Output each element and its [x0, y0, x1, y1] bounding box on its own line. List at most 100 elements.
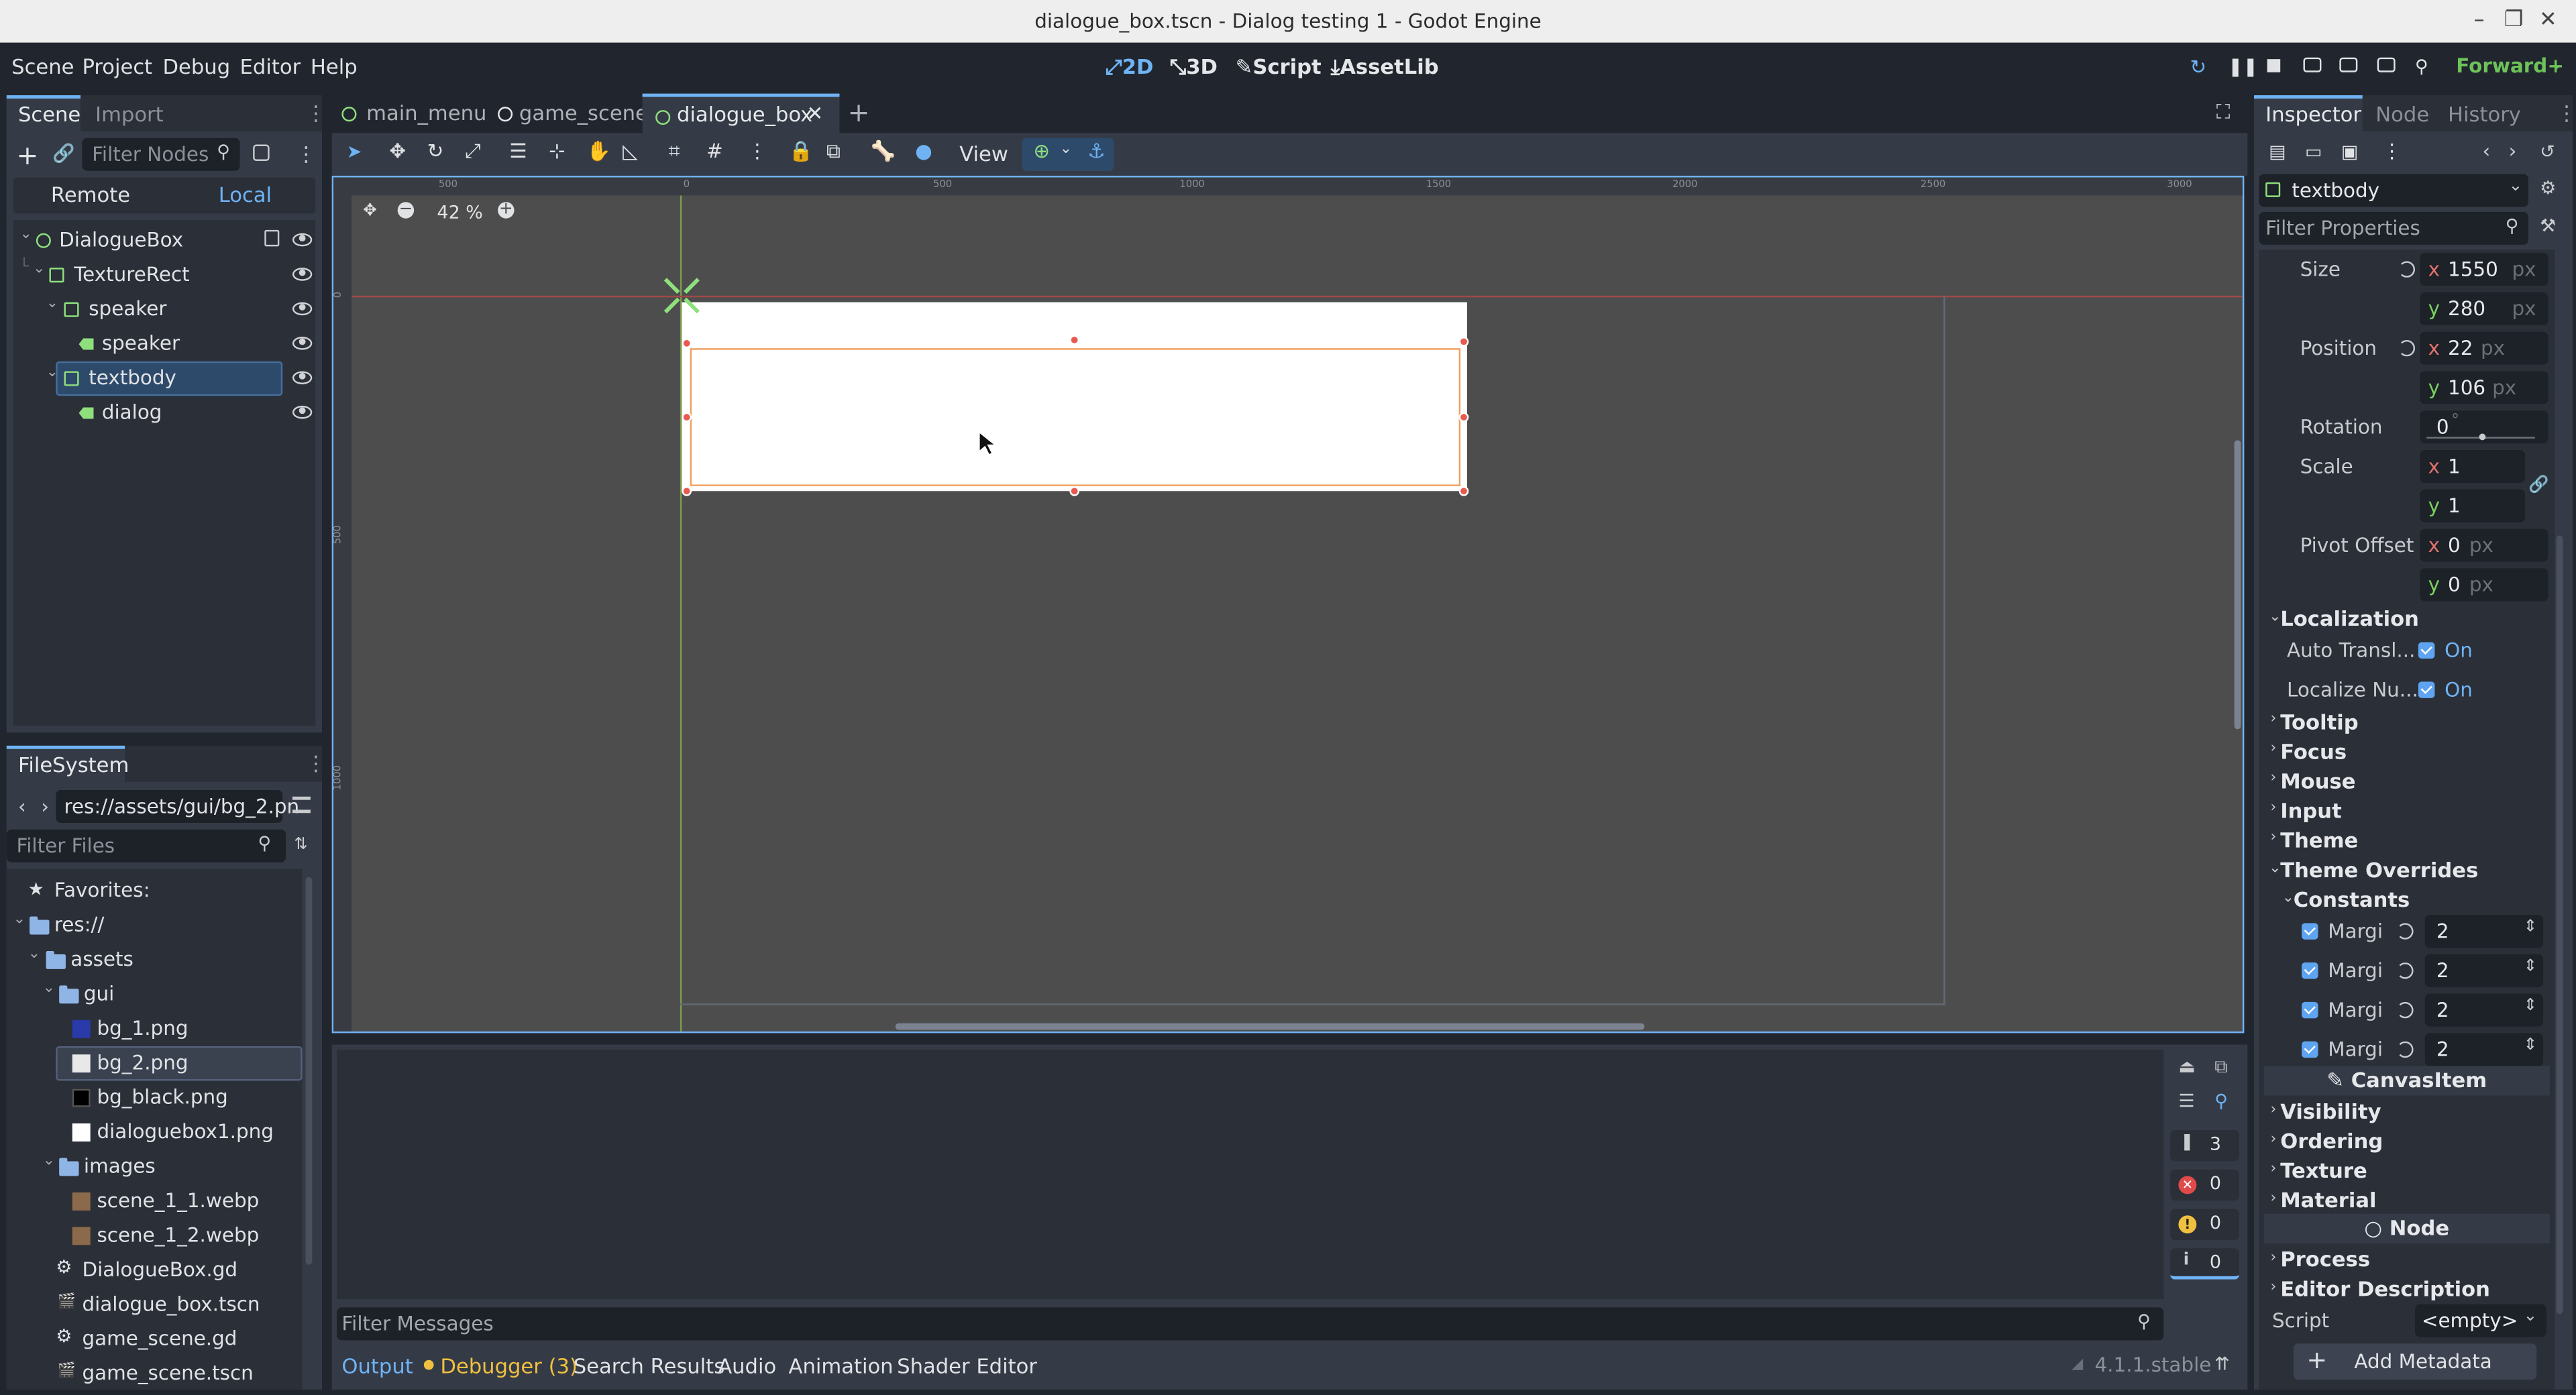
visibility-eye-icon[interactable] [292, 302, 313, 316]
revert-icon[interactable] [2397, 1041, 2414, 1058]
localize-numerals-checkbox[interactable] [2418, 681, 2435, 698]
pivot-x-field[interactable]: x 0 px [2420, 528, 2548, 562]
section-focus[interactable]: Focus [2280, 739, 2347, 764]
auto-translate-checkbox[interactable] [2418, 642, 2435, 659]
filesystem-scrollbar[interactable] [305, 877, 313, 1265]
output-log[interactable] [337, 1049, 2164, 1300]
mode-3d-button[interactable]: ⤡3D [1170, 54, 1218, 80]
section-process[interactable]: Process [2280, 1247, 2370, 1272]
forward-icon[interactable]: › [41, 795, 49, 818]
tree-node-speaker-container[interactable]: ⌄ speaker [13, 292, 316, 327]
list-item[interactable]: ⌄ gui [7, 977, 303, 1011]
margin-spinbox[interactable]: 2 ⇕ [2424, 1033, 2544, 1066]
add-tab-icon[interactable]: + [848, 97, 870, 128]
inspector-scrollbar[interactable] [2556, 535, 2563, 1315]
filter-files-input[interactable]: Filter Files ⚲ [6, 829, 286, 862]
tree-node-dialog[interactable]: dialog [13, 396, 316, 430]
margin-checkbox[interactable] [2302, 962, 2318, 979]
list-item[interactable]: ⌄ assets [7, 943, 303, 977]
remote-button[interactable]: Remote [51, 182, 130, 207]
textbody-selection[interactable] [690, 348, 1461, 486]
search-icon[interactable]: ⚲ [2214, 1091, 2228, 1112]
node-header[interactable]: ○ Node [2263, 1213, 2550, 1243]
section-editor-description[interactable]: Editor Description [2280, 1276, 2490, 1301]
zoom-in-icon[interactable]: + [498, 201, 515, 219]
tab-history[interactable]: History [2448, 102, 2521, 127]
menu-editor[interactable]: Editor [240, 54, 301, 79]
vertical-scrollbar[interactable] [2234, 440, 2241, 730]
add-node-icon[interactable]: + [16, 140, 38, 171]
tab-node[interactable]: Node [2375, 102, 2429, 127]
resize-handle[interactable] [1458, 486, 1469, 496]
pivot-icon[interactable]: ⊹ [549, 140, 566, 162]
margin-spinbox[interactable]: 2 ⇕ [2424, 954, 2544, 987]
canvas-viewport[interactable]: 500 0 500 1000 1500 2000 2500 3000 0 500… [331, 176, 2245, 1034]
filter-messages-count[interactable]: ❚ 3 [2170, 1129, 2239, 1162]
margin-checkbox[interactable] [2302, 1001, 2318, 1019]
resize-handle[interactable] [682, 338, 692, 349]
anchor-gizmo-icon[interactable] [662, 276, 702, 315]
instance-scene-icon[interactable]: 🔗 [52, 143, 75, 164]
history-back-icon[interactable]: ‹ [2482, 140, 2490, 162]
bone-icon[interactable]: 🦴 [871, 140, 896, 162]
revert-icon[interactable] [2397, 1001, 2414, 1019]
pause-icon[interactable]: ❚❚ [2228, 56, 2258, 77]
chevron-down-icon[interactable]: ⌄ [1060, 142, 1072, 158]
script-attached-icon[interactable] [264, 229, 280, 247]
mode-2d-button[interactable]: ⤢2D [1106, 54, 1153, 80]
revert-icon[interactable] [2398, 339, 2416, 357]
remote-debug-icon[interactable] [2303, 57, 2322, 72]
tab-audio[interactable]: Audio [718, 1353, 776, 1378]
list-item[interactable]: bg_black.png [7, 1080, 303, 1115]
resource-menu-icon[interactable]: ⋮ [2382, 140, 2402, 162]
section-theme[interactable]: Theme [2280, 828, 2358, 852]
section-tooltip[interactable]: Tooltip [2280, 710, 2358, 734]
visibility-eye-icon[interactable] [292, 233, 313, 247]
spinner-arrows-icon[interactable]: ⇕ [2524, 997, 2538, 1015]
favorites-row[interactable]: ★ Favorites: [7, 874, 303, 908]
filter-info-count[interactable]: i 0 [2170, 1248, 2239, 1280]
canvasitem-header[interactable]: ✎ CanvasItem [2263, 1066, 2550, 1096]
path-field[interactable]: res://assets/gui/bg_2.pn [56, 789, 299, 823]
view-menu[interactable]: View [959, 142, 1008, 166]
tab-animation[interactable]: Animation [789, 1353, 894, 1378]
movie-icon[interactable] [2339, 57, 2358, 72]
spinner-arrows-icon[interactable]: ⇕ [2524, 1036, 2538, 1054]
reload-icon[interactable]: ↻ [2190, 56, 2207, 78]
pan-icon[interactable]: ✋ [586, 140, 611, 162]
list-item[interactable]: ⚙ game_scene.gd [7, 1322, 303, 1356]
play-custom-icon[interactable]: ⚲ [2415, 56, 2428, 77]
close-tab-icon[interactable]: ✕ [806, 102, 823, 125]
menu-scene[interactable]: Scene [11, 54, 74, 79]
tab-search-results[interactable]: Search Results [574, 1353, 724, 1378]
node-docs-icon[interactable]: ⚙ [2540, 177, 2556, 199]
link-icon[interactable]: 🔗 [2528, 476, 2548, 494]
tab-debugger[interactable]: Debugger (3) [440, 1353, 578, 1378]
move-mode-icon[interactable]: ✥ [389, 140, 406, 162]
node-selector[interactable]: textbody ⌄ [2259, 174, 2529, 207]
resize-handle[interactable] [682, 486, 692, 496]
tree-node-texturerect[interactable]: └ ⌄ TextureRect [13, 258, 316, 292]
sort-icon[interactable]: ⇅ [294, 836, 308, 854]
resize-handle[interactable] [1069, 335, 1079, 345]
filter-nodes-input[interactable]: Filter Nodes ⚲ [82, 137, 240, 171]
filesystem-title[interactable]: FileSystem [18, 752, 129, 777]
back-icon[interactable]: ‹ [18, 795, 26, 818]
list-item[interactable]: bg_2.png [7, 1046, 303, 1080]
new-resource-icon[interactable]: ▤ [2269, 142, 2286, 163]
list-item[interactable]: scene_1_1.webp [7, 1184, 303, 1219]
filter-errors-count[interactable]: ✕ 0 [2170, 1169, 2239, 1201]
spinner-arrows-icon[interactable]: ⇕ [2524, 958, 2538, 976]
revert-icon[interactable] [2397, 962, 2414, 979]
scale-mode-icon[interactable]: ⤢ [465, 140, 481, 164]
section-input[interactable]: Input [2280, 798, 2342, 823]
margin-spinbox[interactable]: 2 ⇕ [2424, 915, 2544, 948]
menu-debug[interactable]: Debug [162, 54, 230, 79]
resize-handle[interactable] [682, 412, 692, 423]
position-y-field[interactable]: y 106 px [2420, 371, 2548, 404]
filter-warnings-count[interactable]: ! 0 [2170, 1209, 2239, 1240]
snap-options-icon[interactable]: ⋮ [747, 140, 767, 162]
section-texture[interactable]: Texture [2280, 1158, 2367, 1183]
visibility-eye-icon[interactable] [292, 337, 313, 350]
pivot-y-field[interactable]: y 0 px [2420, 568, 2548, 602]
